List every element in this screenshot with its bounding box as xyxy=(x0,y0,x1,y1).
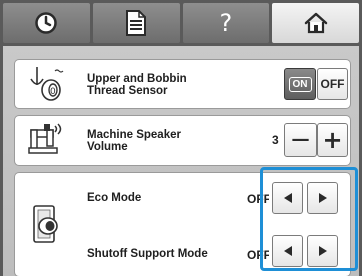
thread-spool-icon: 0 xyxy=(30,67,64,101)
eco-display-icon xyxy=(33,205,58,243)
tab-home[interactable] xyxy=(272,3,359,43)
tab-bar: ? xyxy=(3,3,359,43)
thread-sensor-label-line2: Thread Sensor xyxy=(87,85,168,97)
off-label: OFF xyxy=(320,77,345,91)
thread-sensor-label-line1: Upper and Bobbin xyxy=(87,73,187,85)
clock-icon xyxy=(35,12,58,34)
speaker-volume-label-line2: Volume xyxy=(87,141,128,153)
minus-icon: − xyxy=(289,125,312,155)
help-icon: ? xyxy=(219,9,233,37)
speaker-volume-value: 3 xyxy=(272,133,279,147)
speaker-volume-row: Machine Speaker Volume 3 − + xyxy=(15,116,350,165)
speaker-volume-label-line1: Machine Speaker xyxy=(87,129,181,141)
sewing-machine-speaker-icon xyxy=(28,123,62,154)
shutoff-support-label: Shutoff Support Mode xyxy=(87,248,208,260)
tab-help[interactable]: ? xyxy=(182,3,270,43)
home-icon xyxy=(304,12,327,34)
thread-sensor-off-button[interactable]: OFF xyxy=(317,68,348,100)
thread-sensor-on-button[interactable]: ON xyxy=(284,68,316,100)
document-icon xyxy=(126,10,147,36)
selection-highlight xyxy=(260,167,358,271)
on-label: ON xyxy=(288,76,312,92)
eco-mode-label: Eco Mode xyxy=(87,192,142,204)
tab-document[interactable] xyxy=(92,3,180,43)
svg-text:0: 0 xyxy=(50,87,56,97)
plus-icon: + xyxy=(322,126,343,154)
tab-clock[interactable] xyxy=(3,3,90,43)
thread-sensor-row: 0 Upper and Bobbin Thread Sensor ON OFF xyxy=(15,60,350,108)
volume-decrease-button[interactable]: − xyxy=(284,123,317,157)
volume-increase-button[interactable]: + xyxy=(317,123,348,157)
